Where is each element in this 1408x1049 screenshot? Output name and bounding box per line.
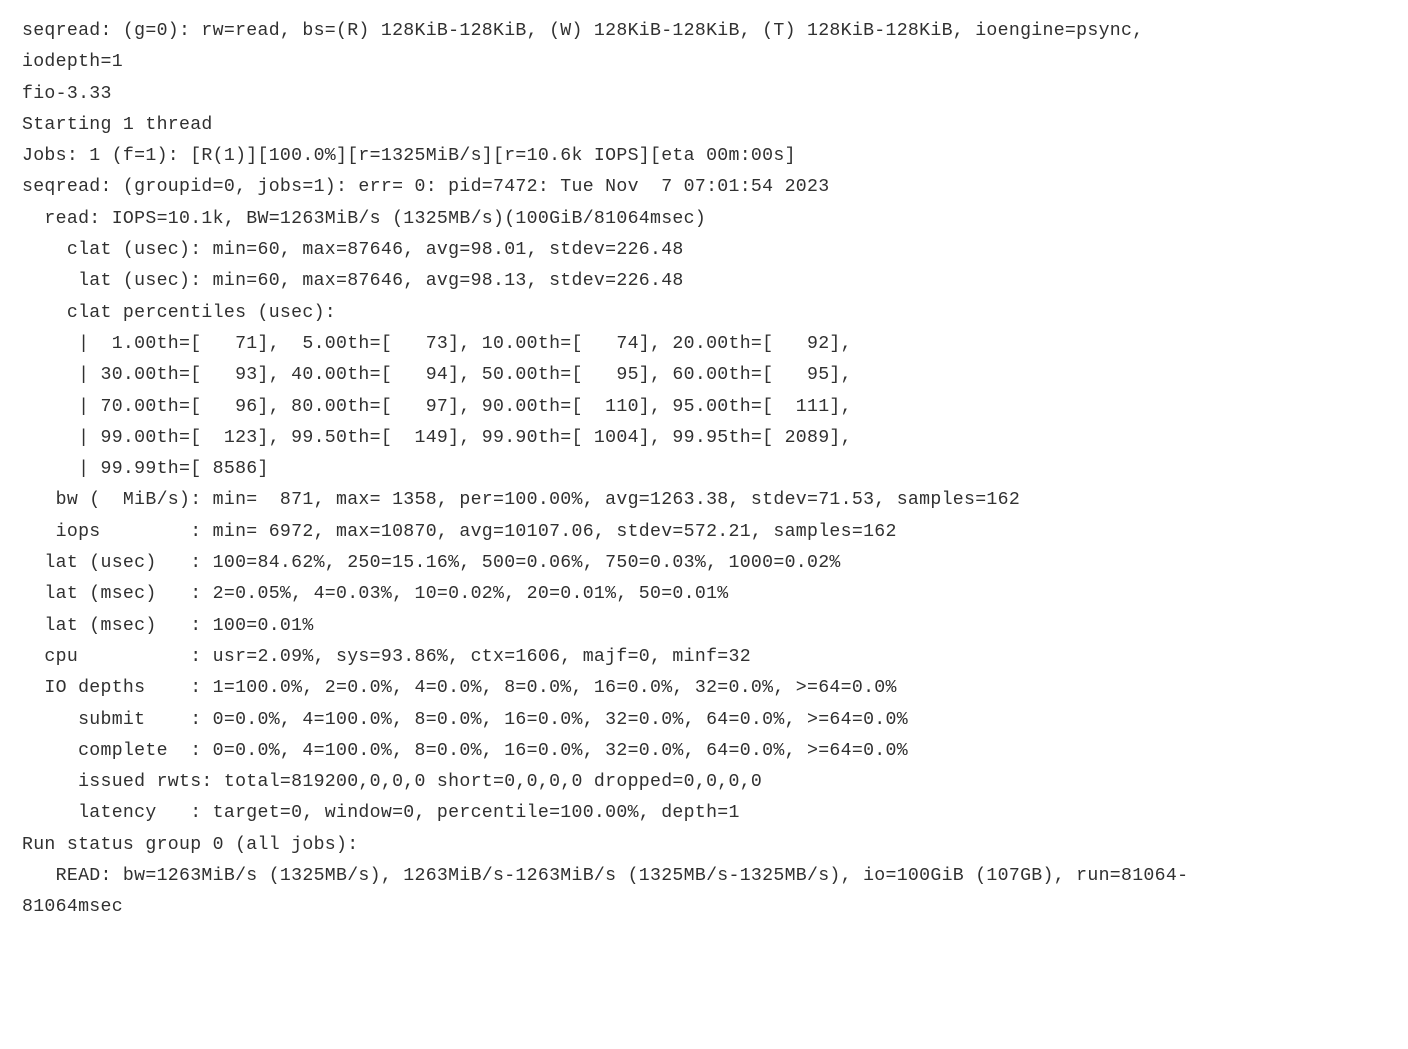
clat-percentiles-header-line: clat percentiles (usec): (22, 298, 1386, 329)
jobs-progress-line: Jobs: 1 (f=1): [R(1)][100.0%][r=1325MiB/… (22, 141, 1386, 172)
read-run-status-line: READ: bw=1263MiB/s (1325MB/s), 1263MiB/s… (22, 861, 1386, 892)
lat-msec-distribution-line: lat (msec) : 2=0.05%, 4=0.03%, 10=0.02%,… (22, 579, 1386, 610)
submit-line: submit : 0=0.0%, 4=100.0%, 8=0.0%, 16=0.… (22, 705, 1386, 736)
clat-percentiles-row: | 99.99th=[ 8586] (22, 454, 1386, 485)
bandwidth-line: bw ( MiB/s): min= 871, max= 1358, per=10… (22, 485, 1386, 516)
clat-percentiles-row: | 1.00th=[ 71], 5.00th=[ 73], 10.00th=[ … (22, 329, 1386, 360)
clat-percentiles-row: | 99.00th=[ 123], 99.50th=[ 149], 99.90t… (22, 423, 1386, 454)
issued-rwts-line: issued rwts: total=819200,0,0,0 short=0,… (22, 767, 1386, 798)
iops-line: iops : min= 6972, max=10870, avg=10107.0… (22, 517, 1386, 548)
iodepth-line: iodepth=1 (22, 47, 1386, 78)
io-depths-line: IO depths : 1=100.0%, 2=0.0%, 4=0.0%, 8=… (22, 673, 1386, 704)
job-definition-line: seqread: (g=0): rw=read, bs=(R) 128KiB-1… (22, 16, 1386, 47)
latency-target-line: latency : target=0, window=0, percentile… (22, 798, 1386, 829)
run-status-header-line: Run status group 0 (all jobs): (22, 830, 1386, 861)
job-summary-header-line: seqread: (groupid=0, jobs=1): err= 0: pi… (22, 172, 1386, 203)
clat-percentiles-row: | 70.00th=[ 96], 80.00th=[ 97], 90.00th=… (22, 392, 1386, 423)
fio-version-line: fio-3.33 (22, 79, 1386, 110)
cpu-line: cpu : usr=2.09%, sys=93.86%, ctx=1606, m… (22, 642, 1386, 673)
complete-line: complete : 0=0.0%, 4=100.0%, 8=0.0%, 16=… (22, 736, 1386, 767)
lat-msec-distribution-line: lat (msec) : 100=0.01% (22, 611, 1386, 642)
clat-percentiles-row: | 30.00th=[ 93], 40.00th=[ 94], 50.00th=… (22, 360, 1386, 391)
terminal-output: seqread: (g=0): rw=read, bs=(R) 128KiB-1… (22, 16, 1386, 924)
starting-threads-line: Starting 1 thread (22, 110, 1386, 141)
read-summary-line: read: IOPS=10.1k, BW=1263MiB/s (1325MB/s… (22, 204, 1386, 235)
read-run-status-continuation-line: 81064msec (22, 892, 1386, 923)
lat-usec-distribution-line: lat (usec) : 100=84.62%, 250=15.16%, 500… (22, 548, 1386, 579)
lat-stats-line: lat (usec): min=60, max=87646, avg=98.13… (22, 266, 1386, 297)
clat-stats-line: clat (usec): min=60, max=87646, avg=98.0… (22, 235, 1386, 266)
